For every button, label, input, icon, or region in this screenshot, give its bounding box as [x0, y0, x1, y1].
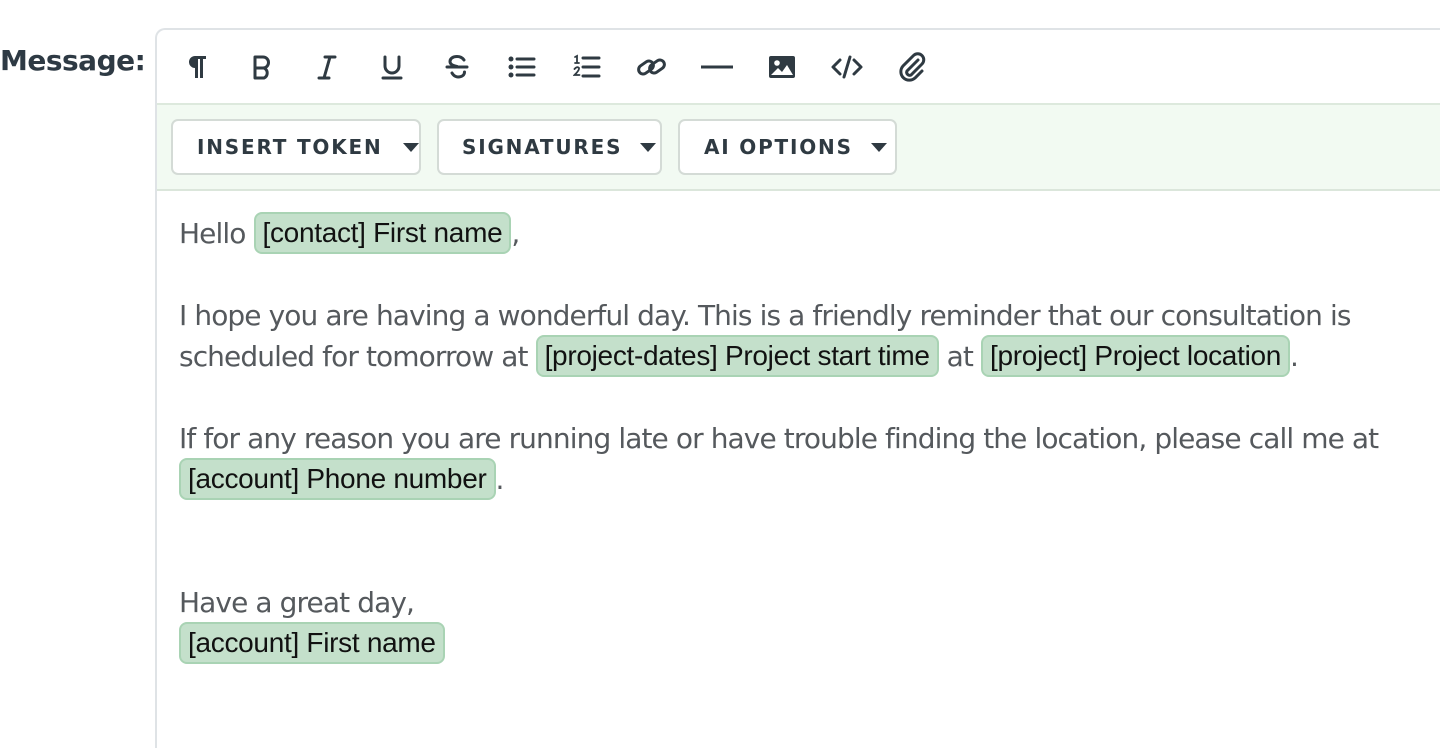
- signatures-dropdown[interactable]: SIGNATURES: [437, 119, 662, 175]
- ai-options-dropdown[interactable]: AI OPTIONS: [678, 119, 897, 175]
- chevron-down-icon: [870, 142, 887, 152]
- horizontal-rule-icon: [701, 65, 733, 68]
- horizontal-rule-button[interactable]: [693, 45, 741, 89]
- paragraph-2-line-2: [account] Phone number.: [179, 458, 1440, 500]
- bullet-list-button[interactable]: [498, 45, 546, 89]
- underline-icon: [381, 55, 403, 79]
- strikethrough-icon: [445, 54, 469, 79]
- greeting-punctuation: ,: [511, 217, 520, 250]
- italic-button[interactable]: [303, 45, 351, 89]
- code-icon: [831, 55, 863, 78]
- bold-button[interactable]: [238, 45, 286, 89]
- chevron-down-icon: [640, 142, 657, 152]
- link-button[interactable]: [628, 45, 676, 89]
- message-body[interactable]: Hello [contact] First name, I hope you a…: [157, 191, 1440, 664]
- account-first-name-token[interactable]: [account] First name: [179, 622, 445, 664]
- paragraph-1-period: .: [1290, 340, 1299, 373]
- code-button[interactable]: [823, 45, 871, 89]
- formatting-toolbar: [157, 30, 1440, 105]
- insert-token-dropdown[interactable]: INSERT TOKEN: [171, 119, 421, 175]
- paragraph-1-line-1: I hope you are having a wonderful day. T…: [179, 299, 1351, 332]
- chevron-down-icon: [402, 142, 419, 152]
- token-toolbar: INSERT TOKEN SIGNATURES AI OPTIONS: [157, 105, 1440, 191]
- underline-button[interactable]: [368, 45, 416, 89]
- project-location-token[interactable]: [project] Project location: [981, 335, 1291, 377]
- bold-icon: [253, 55, 270, 79]
- image-icon: [769, 55, 795, 78]
- italic-icon: [317, 55, 337, 79]
- numbered-list-icon: [573, 54, 601, 77]
- greeting-line: Hello [contact] First name,: [179, 212, 1440, 254]
- numbered-list-button[interactable]: [563, 45, 611, 89]
- greeting-text: Hello: [179, 217, 246, 250]
- signature-line: [account] First name: [179, 622, 1440, 664]
- contact-first-name-token[interactable]: [contact] First name: [253, 212, 512, 254]
- paragraph-1-text: scheduled for tomorrow at: [179, 340, 528, 373]
- attachment-button[interactable]: [888, 45, 936, 89]
- signatures-label: SIGNATURES: [462, 135, 623, 159]
- paragraph-2-period: .: [495, 463, 505, 496]
- project-start-time-token[interactable]: [project-dates] Project start time: [535, 335, 939, 377]
- bullet-list-icon: [508, 56, 536, 77]
- attachment-icon: [899, 51, 926, 82]
- closing-line: Have a great day,: [179, 586, 415, 619]
- phone-number-token[interactable]: [account] Phone number: [179, 458, 496, 500]
- paragraph-1-line-2: scheduled for tomorrow at [project-dates…: [179, 335, 1440, 377]
- strikethrough-button[interactable]: [433, 45, 481, 89]
- image-button[interactable]: [758, 45, 806, 89]
- message-editor: INSERT TOKEN SIGNATURES AI OPTIONS Hello…: [155, 28, 1440, 748]
- link-icon: [637, 57, 666, 76]
- message-label: Message:: [0, 44, 146, 77]
- paragraph-2-line-1: If for any reason you are running late o…: [179, 422, 1379, 455]
- paragraph-button[interactable]: [173, 45, 221, 89]
- insert-token-label: INSERT TOKEN: [197, 135, 383, 159]
- ai-options-label: AI OPTIONS: [704, 135, 853, 159]
- paragraph-1-at: at: [946, 340, 974, 373]
- paragraph-icon: [189, 55, 206, 78]
